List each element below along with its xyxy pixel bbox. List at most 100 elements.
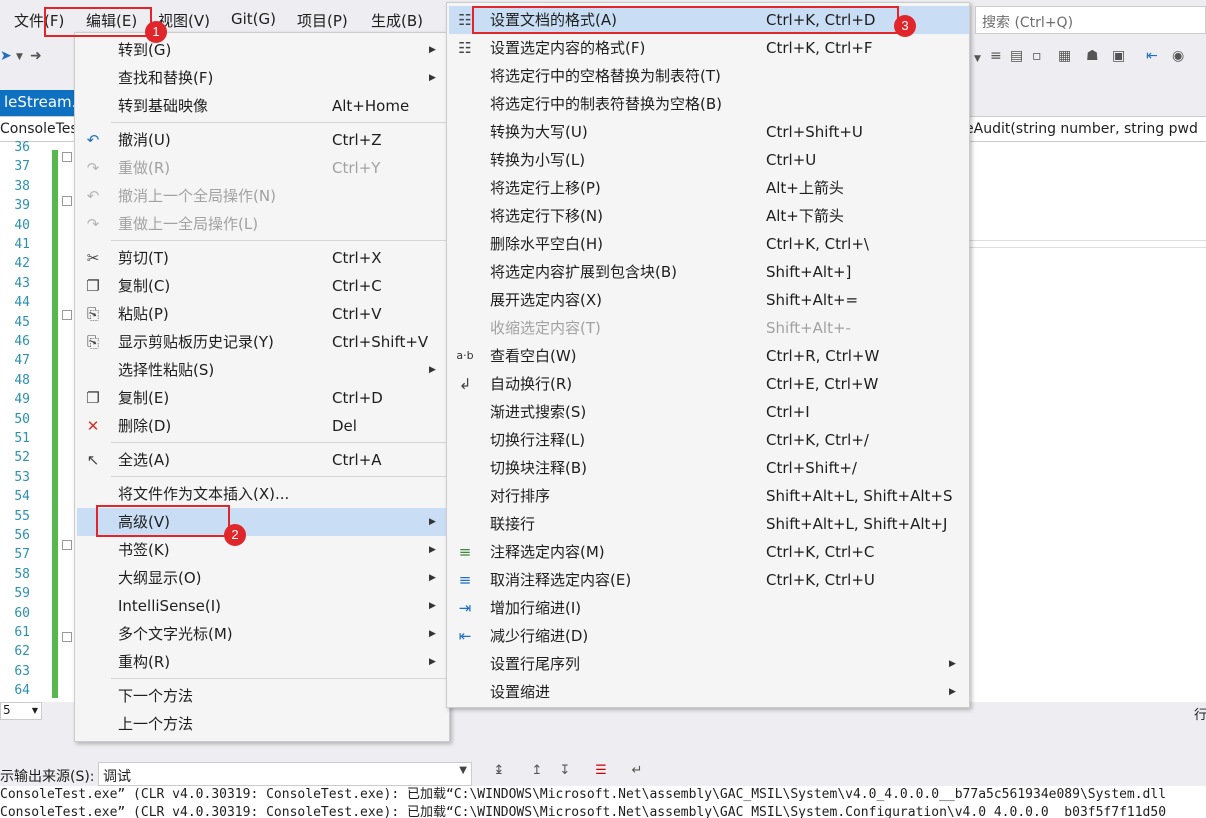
edit-menu-item[interactable]: ↖ 全选(A) Ctrl+A — [77, 446, 449, 474]
line-number: 63 — [14, 663, 30, 679]
line-number: 36 — [14, 140, 30, 155]
edit-menu-item[interactable]: 大纲显示(O) ▶ — [77, 564, 449, 592]
edit-menu-item[interactable]: 转到(G) ▶ — [77, 36, 449, 64]
edit-menu-item[interactable]: 书签(K) ▶ — [77, 536, 449, 564]
edit-menu-item[interactable]: ⎘ 粘贴(P) Ctrl+V — [77, 300, 449, 328]
advanced-menu-item-label: 切换块注释(B) — [490, 459, 587, 477]
advanced-menu-item[interactable]: 收缩选定内容(T) Shift+Alt+- — [449, 314, 969, 342]
edit-menu-item[interactable]: 查找和替换(F) ▶ — [77, 64, 449, 92]
advanced-menu-item[interactable]: 设置缩进 ▶ — [449, 678, 969, 706]
advanced-menu-item[interactable]: ⇤ 减少行缩进(D) — [449, 622, 969, 650]
advanced-menu-item-label: 联接行 — [490, 515, 536, 533]
zoom-selector[interactable]: 5 ▼ — [0, 702, 42, 720]
advanced-menu-item-shortcut: Ctrl+Shift+/ — [766, 459, 857, 477]
advanced-menu-item-shortcut: Ctrl+R, Ctrl+W — [766, 347, 880, 365]
redo-icon: ↷ — [86, 159, 100, 177]
advanced-menu-item-label: 收缩选定内容(T) — [490, 319, 601, 337]
advanced-menu-item[interactable]: 切换行注释(L) Ctrl+K, Ctrl+/ — [449, 426, 969, 454]
fold-toggle-icon[interactable] — [62, 632, 72, 642]
advanced-menu-item[interactable]: 联接行 Shift+Alt+L, Shift+Alt+J — [449, 510, 969, 538]
advanced-menu-item[interactable]: a·b 查看空白(W) Ctrl+R, Ctrl+W — [449, 342, 969, 370]
next-message-icon[interactable]: ↧ — [554, 763, 576, 785]
edit-menu-item[interactable]: ↷ 重做上一全局操作(L) — [77, 210, 449, 238]
advanced-menu-item[interactable]: 转换为大写(U) Ctrl+Shift+U — [449, 118, 969, 146]
advanced-menu-item[interactable]: 对行排序 Shift+Alt+L, Shift+Alt+S — [449, 482, 969, 510]
menu-build[interactable]: 生成(B) — [371, 10, 423, 31]
zoom-value: 5 — [3, 703, 11, 717]
toolbar-icon[interactable]: ◉ — [1172, 48, 1184, 64]
advanced-menu-item[interactable]: 将选定内容扩展到包含块(B) Shift+Alt+] — [449, 258, 969, 286]
undo-icon: ↶ — [86, 131, 100, 149]
advanced-menu-item[interactable]: ≡ 取消注释选定内容(E) Ctrl+K, Ctrl+U — [449, 566, 969, 594]
edit-menu-item[interactable]: ↷ 重做(R) Ctrl+Y — [77, 154, 449, 182]
fold-toggle-icon[interactable] — [62, 310, 72, 320]
dropdown-icon[interactable]: ▼ — [16, 52, 23, 62]
menu-git[interactable]: Git(G) — [231, 10, 276, 28]
advanced-menu-item[interactable]: 展开选定内容(X) Shift+Alt+= — [449, 286, 969, 314]
clear-all-icon[interactable]: ☰ — [590, 763, 612, 785]
edit-menu-item[interactable]: ❐ 复制(C) Ctrl+C — [77, 272, 449, 300]
advanced-menu-item[interactable]: 将选定行中的制表符替换为空格(B) — [449, 90, 969, 118]
edit-menu-item[interactable]: ↶ 撤消上一个全局操作(N) — [77, 182, 449, 210]
fold-toggle-icon[interactable] — [62, 540, 72, 550]
advanced-menu-item[interactable]: 将选定行上移(P) Alt+上箭头 — [449, 174, 969, 202]
advanced-menu-item[interactable]: 设置行尾序列 ▶ — [449, 650, 969, 678]
fold-toggle-icon[interactable] — [62, 152, 72, 162]
toolbar-icon[interactable]: ▤ — [1010, 48, 1023, 64]
advanced-menu-item[interactable]: 将选定行下移(N) Alt+下箭头 — [449, 202, 969, 230]
edit-menu-item[interactable]: 上一个方法 — [77, 710, 449, 738]
menu-project[interactable]: 项目(P) — [297, 10, 348, 31]
paste-icon: ⎘ — [86, 305, 99, 323]
edit-menu-item[interactable]: 选择性粘贴(S) ▶ — [77, 356, 449, 384]
dropdown-icon[interactable]: ▼ — [974, 54, 981, 64]
line-number: 61 — [14, 625, 30, 640]
toolbar-icon[interactable]: ▦ — [1058, 48, 1071, 64]
find-message-icon[interactable]: ↨ — [488, 763, 510, 785]
edit-menu-item-shortcut: Ctrl+Z — [332, 131, 382, 149]
class-selector[interactable]: ConsoleTes — [0, 121, 78, 137]
advanced-menu-item[interactable]: 渐进式搜索(S) Ctrl+I — [449, 398, 969, 426]
fold-toggle-icon[interactable] — [62, 196, 72, 206]
edit-menu-item[interactable]: 下一个方法 — [77, 682, 449, 710]
hierarchy-icon[interactable]: ☗ — [1086, 48, 1099, 64]
edit-menu-item[interactable]: 将文件作为文本插入(X)... — [77, 480, 449, 508]
advanced-menu-item[interactable]: 将选定行中的空格替换为制表符(T) — [449, 62, 969, 90]
search-input[interactable]: 搜索 (Ctrl+Q) — [975, 6, 1206, 34]
output-source-select[interactable]: 调试 ▼ — [98, 762, 472, 786]
document-tab[interactable]: leStream.c — [0, 90, 78, 116]
edit-menu-item[interactable]: ↶ 撤消(U) Ctrl+Z — [77, 126, 449, 154]
edit-menu-item[interactable]: 重构(R) ▶ — [77, 648, 449, 676]
edit-menu-dropdown: 转到(G) ▶ 查找和替换(F) ▶ 转到基础映像 Alt+Home ↶ 撤消(U) Ctrl+… — [74, 32, 450, 742]
edit-menu-item[interactable]: ✂ 剪切(T) Ctrl+X — [77, 244, 449, 272]
toolbar-icon[interactable]: ≡ — [990, 48, 1002, 64]
previous-message-icon[interactable]: ↥ — [526, 763, 548, 785]
advanced-menu-item[interactable]: ⇥ 增加行缩进(I) — [449, 594, 969, 622]
advanced-menu-item[interactable]: ☷ 设置选定内容的格式(F) Ctrl+K, Ctrl+F — [449, 34, 969, 62]
advanced-menu-item[interactable]: ≡ 注释选定内容(M) Ctrl+K, Ctrl+C — [449, 538, 969, 566]
edit-menu-item[interactable]: ⎘ 显示剪贴板历史记录(Y) Ctrl+Shift+V — [77, 328, 449, 356]
line-number: 60 — [14, 605, 30, 621]
output-source-value: 调试 — [103, 769, 131, 785]
member-selector[interactable]: eAudit(string number, string pwd — [965, 121, 1198, 137]
advanced-menu-item-label: 将选定行中的空格替换为制表符(T) — [490, 67, 721, 85]
word-wrap-icon[interactable]: ↵ — [626, 763, 648, 785]
image-icon[interactable]: ▣ — [1112, 48, 1125, 64]
line-number: 45 — [14, 314, 30, 330]
edit-menu-item[interactable]: IntelliSense(I) ▶ — [77, 592, 449, 620]
advanced-menu-item[interactable]: 转换为小写(L) Ctrl+U — [449, 146, 969, 174]
advanced-menu-item[interactable]: ↲ 自动换行(R) Ctrl+E, Ctrl+W — [449, 370, 969, 398]
advanced-menu-item[interactable]: 删除水平空白(H) Ctrl+K, Ctrl+\ — [449, 230, 969, 258]
document-icon[interactable]: ▫ — [1032, 48, 1042, 64]
edit-menu-item[interactable]: ❐ 复制(E) Ctrl+D — [77, 384, 449, 412]
toolbar-icon[interactable]: ⇤ — [1146, 48, 1158, 64]
submenu-arrow-icon: ▶ — [429, 629, 436, 639]
forward-icon[interactable]: ➜ — [30, 48, 42, 64]
edit-menu-item-shortcut: Ctrl+C — [332, 277, 382, 295]
output-line: ConsoleTest.exe” (CLR v4.0.30319: Consol… — [0, 805, 1167, 818]
edit-menu-item[interactable]: 多个文字光标(M) ▶ — [77, 620, 449, 648]
advanced-menu-item-shortcut: Ctrl+E, Ctrl+W — [766, 375, 879, 393]
edit-menu-item[interactable]: ✕ 删除(D) Del — [77, 412, 449, 440]
advanced-menu-item[interactable]: 切换块注释(B) Ctrl+Shift+/ — [449, 454, 969, 482]
back-icon[interactable]: ➤ — [0, 48, 12, 64]
edit-menu-item[interactable]: 转到基础映像 Alt+Home — [77, 92, 449, 120]
